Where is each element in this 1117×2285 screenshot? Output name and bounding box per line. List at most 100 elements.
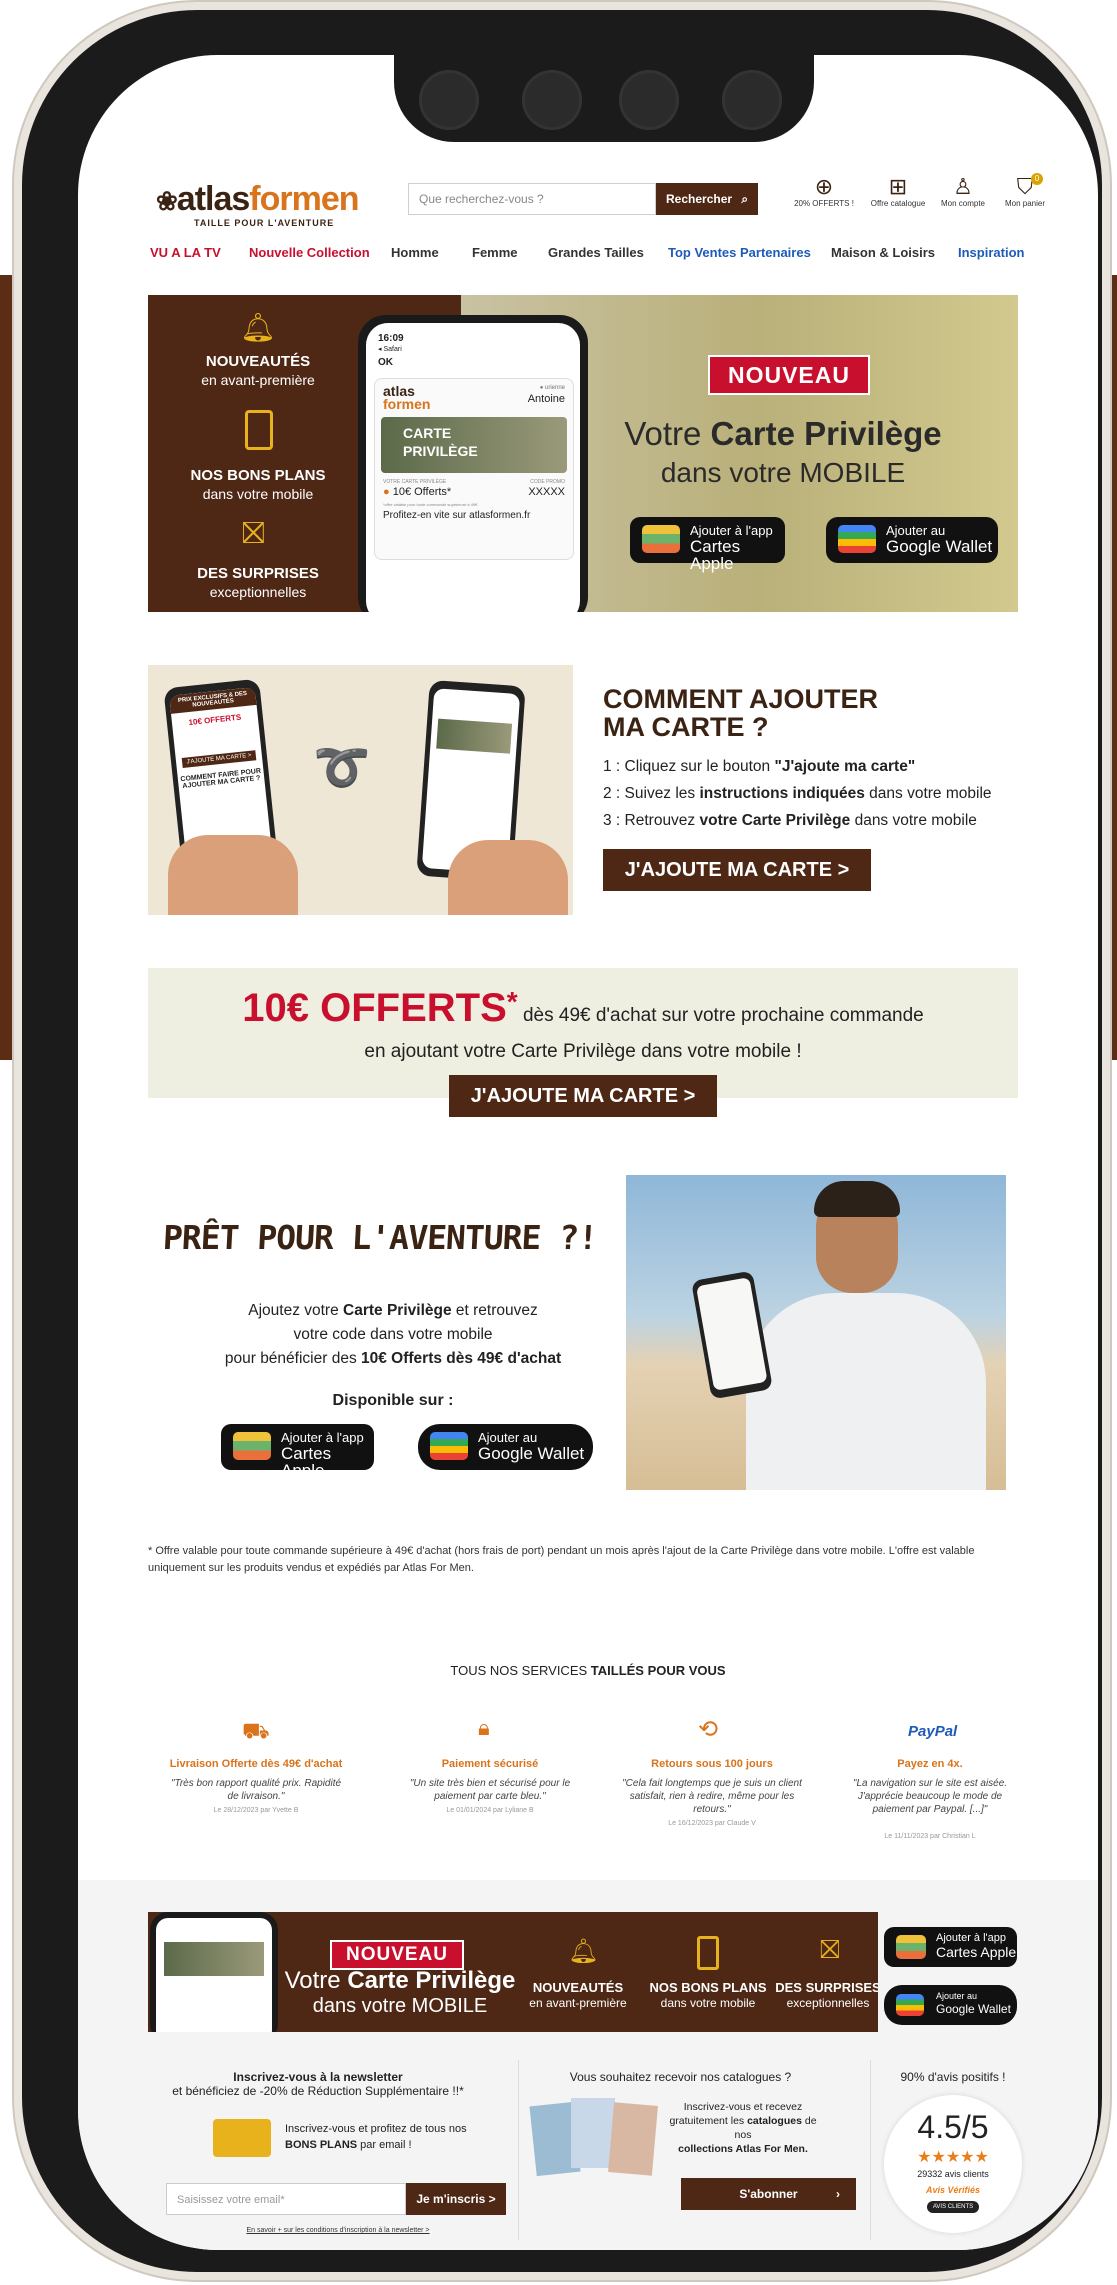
camera-icon: [419, 70, 479, 130]
how-to-section: PRIX EXCLUSIFS & DES NOUVEAUTÉS 10€ OFFE…: [148, 665, 1018, 915]
phone-fine-print: *offre valable pour toute commande supér…: [383, 502, 478, 507]
bottom-benefit-new-sub: en avant-première: [529, 1996, 627, 2010]
adventure-google-wallet-button[interactable]: Ajouter au Google Wallet: [418, 1424, 593, 1470]
camera-icon: [522, 70, 582, 130]
catalog-title: Vous souhaitez recevoir nos catalogues ?: [569, 2070, 792, 2084]
nav-femme[interactable]: Femme: [472, 245, 518, 260]
phone-name-label: ● urienne: [539, 385, 565, 391]
newsletter-title: Inscrivez-vous à la newsletter: [233, 2070, 403, 2084]
offer-banner: 10€ OFFERTS* dès 49€ d'achat sur votre p…: [148, 968, 1018, 1117]
left-phone-button: J'AJOUTE MA CARTE >: [181, 750, 257, 768]
adventure-p3: pour bénéficier des 10€ Offerts dès 49€ …: [224, 1350, 562, 1367]
phone-offer-label: VOTRE CARTE PRIVILÈGE: [383, 479, 447, 485]
curly-arrow-icon: ➰: [313, 741, 371, 793]
adventure-apple-wallet-button[interactable]: Ajouter à l'app Cartes Apple: [221, 1424, 374, 1479]
service-delivery-date: Le 28/12/2023 par Yvette B: [213, 1807, 299, 1814]
avis-verifies-logo: Avis Vérifiés: [925, 2185, 981, 2195]
gift-box-icon: ⛝: [820, 1934, 840, 1964]
catalog-covers: [529, 2098, 658, 2178]
nav-maison-loisirs[interactable]: Maison & Loisirs: [831, 245, 935, 260]
bottom-banner-subtitle: dans votre MOBILE: [312, 1995, 488, 2017]
cart-icon: ⛉: [1016, 174, 1034, 199]
review-count: 29332 avis clients: [917, 2169, 989, 2179]
catalog-icon: ⊞: [888, 174, 908, 199]
add-card-button[interactable]: J'AJOUTE MA CARTE >: [603, 849, 871, 891]
offer-headline: 10€ OFFERTS* dès 49€ d'achat sur votre p…: [242, 986, 924, 1030]
nav-vu-a-la-tv[interactable]: VU A LA TV: [150, 245, 221, 260]
nav-top-ventes[interactable]: Top Ventes Partenaires: [668, 245, 811, 260]
google-wallet-icon: [896, 1994, 924, 2016]
envelope-icon: [213, 2119, 271, 2157]
lock-icon: 🔒︎: [478, 1715, 490, 1740]
offer-add-card-button[interactable]: J'AJOUTE MA CARTE >: [449, 1075, 717, 1117]
hero-title: Votre Carte Privilège: [624, 415, 942, 452]
avis-clients-badge: AVIS CLIENTS: [927, 2201, 979, 2213]
gift-box-icon: ⛝: [242, 517, 265, 550]
phone-time: 16:09: [378, 333, 404, 344]
benefit-deals-sub: dans votre mobile: [202, 486, 314, 502]
apple-wallet-button[interactable]: Ajouter à l'app Cartes Apple: [630, 517, 785, 572]
offer-subline: en ajoutant votre Carte Privilège dans v…: [364, 1041, 802, 1062]
phone-frame: ❀atlasformen TAILLE POUR L'AVENTURE Que …: [22, 10, 1102, 2272]
nav-homme[interactable]: Homme: [391, 245, 439, 260]
how-to-step-1: 1 : Cliquez sur le bouton "J'ajoute ma c…: [603, 758, 916, 775]
service-payment-quote: "Un site très bien et sécurisé pour le p…: [409, 1778, 571, 1802]
truck-icon: ⛟: [242, 1718, 270, 1743]
offers-link[interactable]: ⊕ 20% OFFERTS !: [794, 175, 854, 209]
phone-offer: ● 10€ Offerts*: [383, 486, 452, 498]
camera-icon: [619, 70, 679, 130]
hand-right: [448, 840, 568, 915]
bottom-apple-wallet-button[interactable]: Ajouter à l'app Cartes Apple: [884, 1927, 1017, 1967]
bottom-banner-title: Votre Carte Privilège: [284, 1967, 516, 1994]
nav-grandes-tailles[interactable]: Grandes Tailles: [548, 245, 644, 260]
benefit-new-title: NOUVEAUTÉS: [205, 353, 311, 370]
hero-banner[interactable]: 🔔︎ NOUVEAUTÉS en avant-première NOS BONS…: [148, 295, 1018, 612]
site-logo[interactable]: ❀atlasformen: [156, 180, 360, 219]
phone-notch: [394, 32, 814, 142]
paypal-icon: PayPal: [908, 1723, 958, 1740]
bottom-new-badge: NOUVEAU: [330, 1940, 464, 1970]
phone-alert-icon: [245, 410, 273, 450]
bottom-banner[interactable]: NOUVEAU Votre Carte Privilège dans votre…: [148, 1912, 878, 2032]
hand-left: [168, 835, 298, 915]
phone-logo: atlas formen: [383, 383, 431, 412]
phone-back: ◂ Safari: [378, 346, 402, 353]
bottom-benefit-new-title: NOUVEAUTÉS: [532, 1980, 624, 1995]
cart-count-badge: 0: [1031, 173, 1043, 185]
how-to-step-3: 3 : Retrouvez votre Carte Privilège dans…: [603, 812, 977, 829]
catalog-subscribe-button[interactable]: S'abonner ›: [681, 2178, 856, 2210]
catalog-link[interactable]: ⊞ Offre catalogue: [868, 174, 928, 209]
phone-card-title: CARTE: [403, 425, 452, 441]
cart-link[interactable]: ⛉ Mon panier 0: [995, 173, 1055, 208]
search-button[interactable]: Rechercher ⌕: [656, 183, 758, 215]
disclaimer: * Offre valable pour toute commande supé…: [148, 1545, 975, 1574]
how-to-illustration: PRIX EXCLUSIFS & DES NOUVEAUTÉS 10€ OFFE…: [148, 665, 573, 915]
benefit-surprise-title: DES SURPRISES: [197, 565, 319, 582]
how-to-title: COMMENT AJOUTER MA CARTE ?: [603, 684, 878, 742]
camera-icon: [722, 70, 782, 130]
benefit-surprise-sub: exceptionnelles: [209, 584, 307, 600]
bell-icon: 🔔︎: [568, 1938, 599, 1965]
reviews-title: 90% d'avis positifs !: [900, 2070, 1006, 2084]
phone-name: Antoine: [527, 393, 565, 405]
bottom-banner-phone: [150, 1912, 278, 2032]
apple-wallet-icon: [642, 525, 680, 553]
search-input[interactable]: Que recherchez-vous ?: [408, 183, 656, 215]
catalog-text: Inscrivez-vous et recevez gratuitement le…: [669, 2101, 817, 2155]
google-wallet-button[interactable]: Ajouter au Google Wallet: [826, 517, 998, 563]
user-icon: ♙: [953, 174, 973, 199]
nav-inspiration[interactable]: Inspiration: [958, 245, 1024, 260]
bottom-google-wallet-button[interactable]: Ajouter au Google Wallet: [884, 1985, 1017, 2025]
newsletter-conditions-link[interactable]: En savoir + sur les conditions d'inscrip…: [138, 2227, 538, 2234]
review-stars: ★★★★★: [917, 2149, 989, 2166]
bottom-benefit-surprise-sub: exceptionnelles: [786, 1996, 870, 2010]
hero-left-panel: 🔔︎ NOUVEAUTÉS en avant-première NOS BONS…: [148, 295, 368, 612]
hero-subtitle: dans votre MOBILE: [660, 457, 906, 488]
nav-nouvelle-collection[interactable]: Nouvelle Collection: [249, 245, 370, 260]
newsletter-subscribe-button[interactable]: Je m'inscris >: [406, 2183, 506, 2215]
how-to-step-2: 2 : Suivez les instructions indiquées da…: [603, 785, 992, 802]
account-link[interactable]: ♙ Mon compte: [933, 174, 993, 209]
benefit-new-sub: en avant-première: [201, 372, 315, 388]
newsletter-email-input[interactable]: Saisissez votre email*: [166, 2183, 406, 2215]
apple-wallet-icon: [233, 1432, 271, 1460]
